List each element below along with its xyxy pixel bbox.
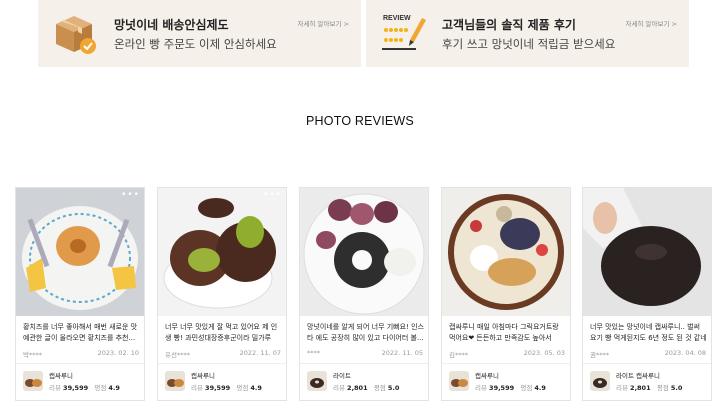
banner-subtitle: 후기 쓰고 망넛이네 적립금 받으세요 — [442, 37, 616, 51]
review-photo[interactable] — [583, 188, 711, 316]
learn-more-link[interactable]: 자세히 알아보기 > — [626, 18, 677, 28]
more-dots-icon[interactable]: ••• — [263, 190, 282, 200]
review-meta: 유선**** 2022. 11. 07 — [165, 349, 281, 359]
review-card[interactable]: 망넛이네를 알게 되어 너무 기뻐요! 인스타 에도 공장히 많이 있고 다이어… — [299, 187, 429, 401]
review-date: 2022. 11. 07 — [239, 349, 281, 357]
rating-value: 5.0 — [387, 384, 400, 392]
review-author: 김**** — [449, 351, 468, 359]
banner-subtitle: 온라인 빵 주문도 이제 안심하세요 — [114, 37, 277, 51]
review-count: 39,599 — [489, 384, 515, 392]
review-text: 너무 너무 맛있게 잘 먹고 있어요 제 인생 빵! 과민성대장증후군이라 밀가… — [165, 323, 278, 342]
review-meta: 권**** 2023. 04. 08 — [590, 349, 706, 359]
delivery-box-icon — [50, 10, 100, 56]
product-thumbnail[interactable] — [449, 371, 469, 391]
rating-label: 평점 — [656, 384, 669, 392]
product-name[interactable]: 라이트 — [333, 370, 351, 380]
review-author: 유선**** — [165, 351, 190, 359]
rating-value: 4.9 — [108, 384, 120, 392]
review-text: 망넛이네를 알게 되어 너무 기뻐요! 인스타 에도 공장히 많이 있고 다이어… — [307, 323, 424, 342]
review-date: 2023. 02. 10 — [97, 349, 139, 357]
product-thumbnail[interactable] — [23, 371, 43, 391]
review-count: 2,801 — [347, 384, 368, 392]
product-stats: 리뷰 39,599 평점 4.9 — [475, 382, 546, 392]
product-stats: 리뷰 39,599 평점 4.9 — [49, 382, 120, 392]
product-name[interactable]: 캡싸루니 — [191, 370, 215, 380]
review-card[interactable]: 너무 맛있는 망넛이네 캡싸루니.. 벌써 요기 빵 먹게된지도 6년 정도 된… — [582, 187, 712, 401]
product-stats: 리뷰 2,801 평점 5.0 — [616, 382, 682, 392]
review-card[interactable]: ••• 황치즈를 너무 좋아해서 매번 새로운 맛 예관한 글이 올라오면 황치… — [15, 187, 145, 401]
review-text: 황치즈를 너무 좋아해서 매번 새로운 맛 예관한 글이 올라오면 황치즈를 추… — [23, 323, 138, 342]
rating-value: 5.0 — [670, 384, 683, 392]
section-title: PHOTO REVIEWS — [306, 114, 414, 128]
rating-label: 평점 — [236, 384, 249, 392]
divider — [158, 363, 286, 364]
product-thumbnail[interactable] — [165, 371, 185, 391]
product-name[interactable]: 라이트 캡싸루니 — [616, 370, 660, 380]
learn-more-link[interactable]: 자세히 알아보기 > — [298, 18, 349, 28]
review-date: 2023. 05. 03 — [523, 349, 565, 357]
more-dots-icon[interactable]: ••• — [121, 190, 140, 200]
review-count: 39,599 — [205, 384, 231, 392]
product-thumbnail[interactable] — [590, 371, 610, 391]
review-author: **** — [307, 349, 320, 357]
review-text: 너무 맛있는 망넛이네 캡싸루니.. 벌써 요기 빵 먹게된지도 6년 정도 된… — [590, 323, 707, 342]
rating-label: 평점 — [520, 384, 533, 392]
delivery-guarantee-banner[interactable]: 망넛이네 배송안심제도 온라인 빵 주문도 이제 안심하세요 자세히 알아보기 … — [38, 0, 361, 67]
review-photo[interactable]: ••• — [16, 188, 144, 316]
review-count-label: 리뷰 — [191, 384, 203, 392]
review-photo[interactable]: ••• — [158, 188, 286, 316]
review-meta: **** 2022. 11. 05 — [307, 349, 423, 357]
review-card[interactable]: ••• 너무 너무 맛있게 잘 먹고 있어요 제 인생 빵! 과민성대장증후군이… — [157, 187, 287, 401]
divider — [583, 363, 711, 364]
review-text: 캡싸루니 매일 아침마다 그릭요거트랑 먹어요❤ 든든하고 만족감도 높아서 식… — [449, 323, 559, 342]
review-count: 39,599 — [63, 384, 89, 392]
product-thumbnail[interactable] — [307, 371, 327, 391]
product-stats: 리뷰 39,599 평점 4.9 — [191, 382, 262, 392]
rating-value: 4.9 — [250, 384, 262, 392]
divider — [16, 363, 144, 364]
review-count-label: 리뷰 — [333, 384, 345, 392]
review-photo[interactable] — [442, 188, 570, 316]
rating-label: 평점 — [373, 384, 386, 392]
review-count-label: 리뷰 — [475, 384, 487, 392]
review-meta: 김**** 2023. 05. 03 — [449, 349, 565, 359]
product-name[interactable]: 캡싸루니 — [49, 370, 73, 380]
review-count-label: 리뷰 — [49, 384, 61, 392]
review-pencil-icon: REVIEW — [378, 10, 428, 56]
review-card[interactable]: 캡싸루니 매일 아침마다 그릭요거트랑 먹어요❤ 든든하고 만족감도 높아서 식… — [441, 187, 571, 401]
review-photo[interactable] — [300, 188, 428, 316]
rating-value: 4.9 — [534, 384, 546, 392]
review-date: 2022. 11. 05 — [381, 349, 423, 357]
banner-title: 고객님들의 솔직 제품 후기 — [442, 18, 576, 32]
review-meta: 박**** 2023. 02. 10 — [23, 349, 139, 359]
product-name[interactable]: 캡싸루니 — [475, 370, 499, 380]
review-icon-label: REVIEW — [383, 15, 411, 22]
divider — [300, 363, 428, 364]
review-date: 2023. 04. 08 — [664, 349, 706, 357]
review-count-label: 리뷰 — [616, 384, 628, 392]
review-author: 권**** — [590, 351, 609, 359]
product-stats: 리뷰 2,801 평점 5.0 — [333, 382, 399, 392]
rating-label: 평점 — [94, 384, 107, 392]
divider — [442, 363, 570, 364]
review-count: 2,801 — [630, 384, 651, 392]
review-author: 박**** — [23, 351, 42, 359]
banner-title: 망넛이네 배송안심제도 — [114, 18, 229, 32]
review-reward-banner[interactable]: REVIEW 고객님들의 솔직 제품 후기 후기 쓰고 망넛이네 적립금 받으세… — [366, 0, 689, 67]
